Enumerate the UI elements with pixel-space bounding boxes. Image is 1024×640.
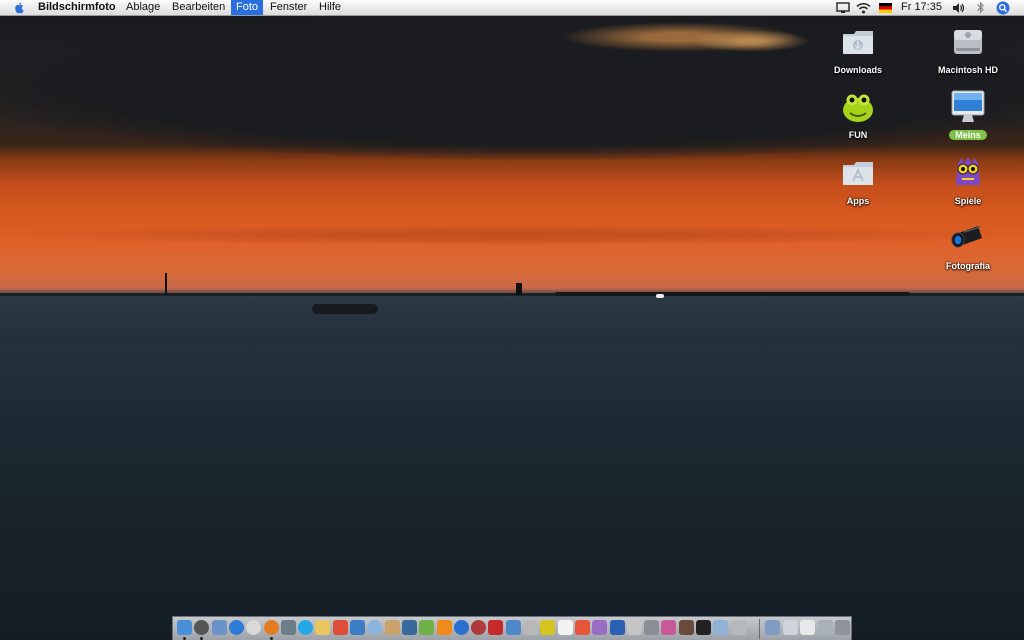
- preview-icon[interactable]: [211, 620, 227, 635]
- downloads-stack-icon[interactable]: [782, 620, 798, 635]
- desktop-icon-label: FUN: [848, 130, 868, 140]
- vlc-icon[interactable]: [436, 620, 452, 635]
- desktop-icon-label: Meins: [949, 130, 987, 140]
- applications-stack-icon[interactable]: [765, 620, 780, 635]
- desktop-icon-macintosh-hd[interactable]: Macintosh HD: [923, 24, 1013, 78]
- pen-icon[interactable]: [401, 620, 417, 635]
- cloud-highlight: [690, 30, 810, 52]
- buoy-pole: [165, 273, 167, 295]
- desktop-icon-fun[interactable]: FUN: [813, 89, 903, 143]
- photo-booth-icon[interactable]: [471, 620, 487, 635]
- desktop-icon-apps[interactable]: Apps: [813, 155, 903, 209]
- imac-icon: [950, 89, 986, 125]
- menu-bar: Bildschirmfoto Ablage Bearbeiten Foto Fe…: [0, 0, 1024, 16]
- desktop-icon-label: Macintosh HD: [937, 65, 998, 75]
- bluetooth-icon[interactable]: [976, 1, 985, 14]
- yahoo-icon[interactable]: [540, 620, 556, 635]
- menu-fenster[interactable]: Fenster: [265, 0, 312, 15]
- dock-separator: [759, 619, 760, 639]
- iphoto-icon[interactable]: [350, 620, 365, 635]
- volume-icon[interactable]: [952, 2, 965, 14]
- textedit-icon[interactable]: [557, 620, 573, 635]
- address-book-icon[interactable]: [384, 620, 400, 635]
- finder-icon[interactable]: [177, 620, 192, 635]
- apple-logo-icon[interactable]: [13, 1, 26, 14]
- globe-icon[interactable]: [453, 620, 469, 635]
- purple-monster-icon: [950, 155, 986, 191]
- apps-folder-icon: [840, 155, 876, 191]
- itunes-icon[interactable]: [246, 620, 262, 635]
- dashboard-icon[interactable]: [194, 620, 210, 635]
- cloud-streak: [0, 225, 1024, 245]
- camera-lens-icon: [950, 220, 986, 256]
- theme-icon[interactable]: [661, 620, 677, 635]
- firefox-icon[interactable]: [263, 620, 279, 635]
- german-flag-icon[interactable]: [879, 3, 892, 13]
- hard-drive-icon: [950, 24, 986, 60]
- documents-stack-icon[interactable]: [800, 620, 815, 635]
- frog-icon: [840, 89, 876, 125]
- downloads-folder-icon: [840, 24, 876, 60]
- menu-hilfe[interactable]: Hilfe: [314, 0, 346, 15]
- menu-app-name[interactable]: Bildschirmfoto: [33, 0, 121, 15]
- boat-silhouette: [312, 304, 378, 314]
- dock: [172, 616, 852, 640]
- finder-app-icon[interactable]: [505, 620, 521, 635]
- desktop-icon-label: Downloads: [833, 65, 882, 75]
- desktop-icon-meins[interactable]: Meins: [923, 89, 1013, 143]
- coda-icon[interactable]: [419, 620, 435, 635]
- red-app-icon[interactable]: [488, 620, 504, 635]
- mirror-icon[interactable]: [626, 620, 642, 635]
- terminal-icon[interactable]: [696, 620, 711, 635]
- notes-icon[interactable]: [315, 620, 331, 635]
- display-mirroring-icon[interactable]: [836, 2, 850, 14]
- desktop-icon-label: Fotografia: [946, 261, 990, 271]
- desktop-icon-label: Spiele: [954, 196, 982, 206]
- desktop-icon-spiele[interactable]: Spiele: [923, 155, 1013, 209]
- menu-bearbeiten[interactable]: Bearbeiten: [167, 0, 230, 15]
- island-silhouette: [555, 292, 910, 296]
- network-stack-icon[interactable]: [817, 620, 833, 635]
- activity-monitor-icon[interactable]: [713, 620, 729, 635]
- paint-icon[interactable]: [574, 620, 590, 635]
- safari-icon[interactable]: [228, 620, 244, 635]
- ical-icon[interactable]: [332, 620, 348, 635]
- lock-icon[interactable]: [280, 620, 296, 635]
- desktop-icon-fotografia[interactable]: Fotografia: [923, 220, 1013, 274]
- desktop-icon-downloads[interactable]: Downloads: [813, 24, 903, 78]
- trash-icon[interactable]: [835, 620, 850, 635]
- desktop-icon-label: Apps: [846, 196, 870, 206]
- disk-utility-icon[interactable]: [730, 620, 746, 635]
- photoshop-icon[interactable]: [609, 620, 625, 635]
- guitar-icon[interactable]: [523, 620, 538, 635]
- wifi-icon[interactable]: [856, 2, 871, 14]
- boat-light: [656, 294, 664, 298]
- photo-icon[interactable]: [678, 620, 694, 635]
- clock[interactable]: Fr 17:35: [901, 0, 942, 15]
- skype-icon[interactable]: [298, 620, 314, 635]
- spotlight-icon[interactable]: [996, 1, 1010, 15]
- menu-foto[interactable]: Foto: [231, 0, 264, 15]
- system-preferences-icon[interactable]: [644, 620, 660, 635]
- mail-icon[interactable]: [367, 620, 383, 635]
- menu-ablage[interactable]: Ablage: [121, 0, 165, 15]
- lighthouse-silhouette: [516, 283, 522, 295]
- tool-icon[interactable]: [592, 620, 608, 635]
